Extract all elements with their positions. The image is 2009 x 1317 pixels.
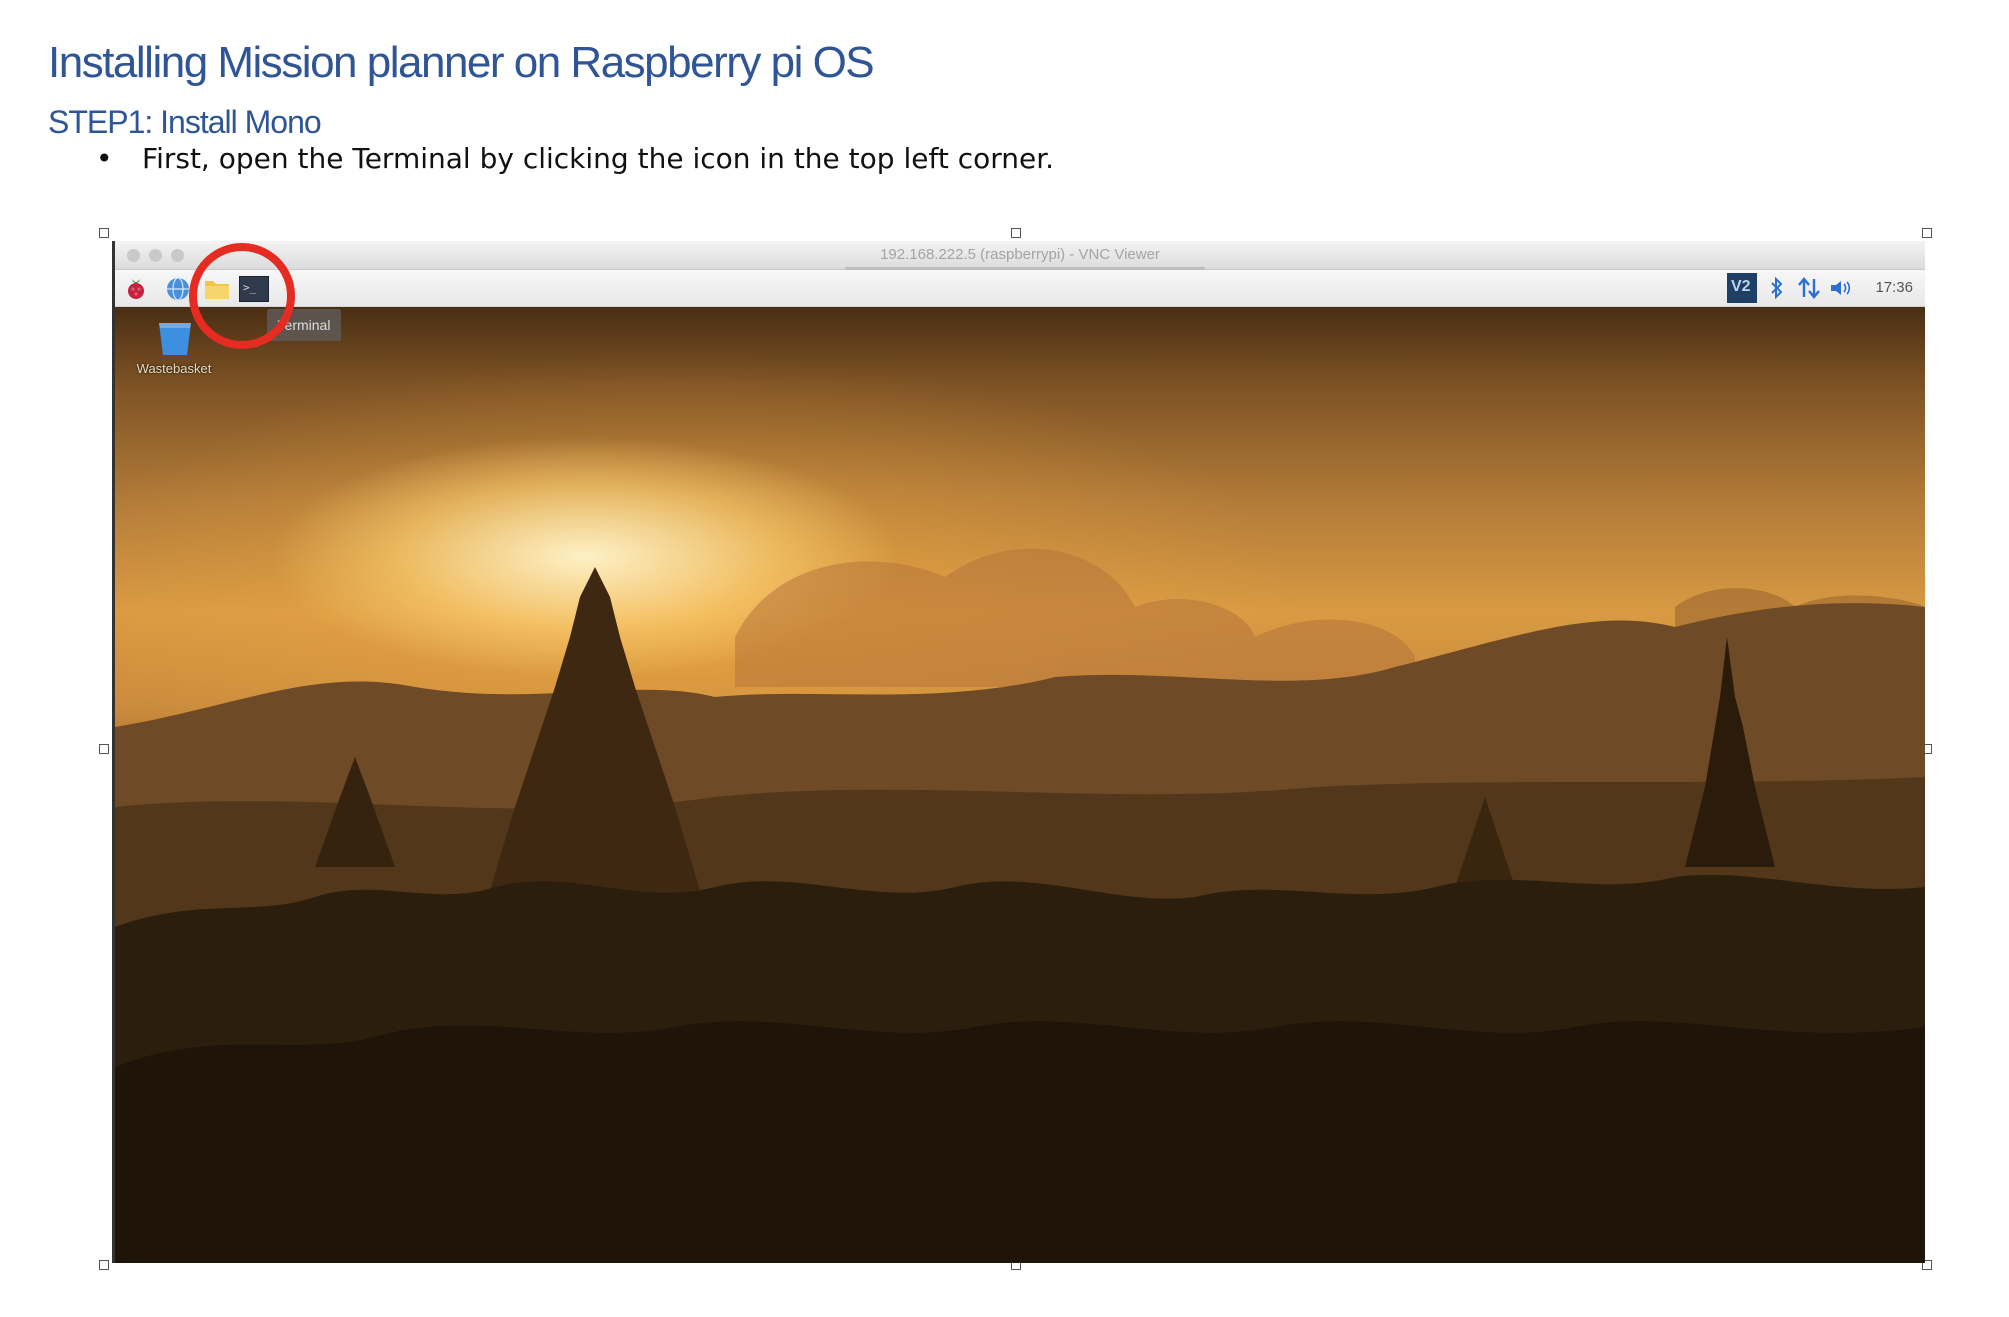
wallpaper-clouds: [735, 548, 1415, 687]
wastebasket-icon[interactable]: [155, 317, 195, 357]
selection-handle-top-middle[interactable]: [1011, 228, 1021, 238]
bullet-marker: •: [96, 142, 113, 175]
volume-icon[interactable]: [1829, 278, 1855, 298]
network-icon[interactable]: [1797, 276, 1821, 300]
wallpaper-foreground-trees: [115, 1021, 1925, 1263]
annotation-circle: [189, 243, 295, 349]
vnc-window-title: 192.168.222.5 (raspberrypi) - VNC Viewer: [880, 246, 1160, 263]
selection-handle-top-left[interactable]: [99, 228, 109, 238]
taskbar: >_ V2: [115, 270, 1925, 307]
bluetooth-icon[interactable]: [1769, 277, 1785, 299]
selection-handle-middle-left[interactable]: [99, 744, 109, 754]
vnc-tray-badge: V2: [1731, 278, 1751, 295]
vnc-title-bar[interactable]: 192.168.222.5 (raspberrypi) - VNC Viewer: [115, 241, 1925, 270]
bullet-text: First, open the Terminal by clicking the…: [142, 142, 1055, 175]
wallpaper-landscape: [115, 548, 1925, 1263]
bullet-item: • First, open the Terminal by clicking th…: [96, 142, 1054, 175]
desktop-wallpaper: [115, 307, 1925, 1263]
taskbar-clock[interactable]: 17:36: [1875, 279, 1913, 296]
document-title: Installing Mission planner on Raspberry …: [48, 38, 875, 87]
vnc-tray-icon[interactable]: V2: [1727, 273, 1757, 303]
selection-handle-top-right[interactable]: [1922, 228, 1932, 238]
embedded-screenshot[interactable]: 192.168.222.5 (raspberrypi) - VNC Viewer…: [112, 241, 1925, 1263]
document-subtitle: STEP1: Install Mono: [48, 104, 322, 140]
selection-handle-bottom-left[interactable]: [99, 1260, 109, 1270]
raspberry-menu-icon[interactable]: [125, 277, 147, 301]
web-browser-icon[interactable]: [165, 276, 191, 302]
wastebasket-label: Wastebasket: [136, 361, 212, 376]
